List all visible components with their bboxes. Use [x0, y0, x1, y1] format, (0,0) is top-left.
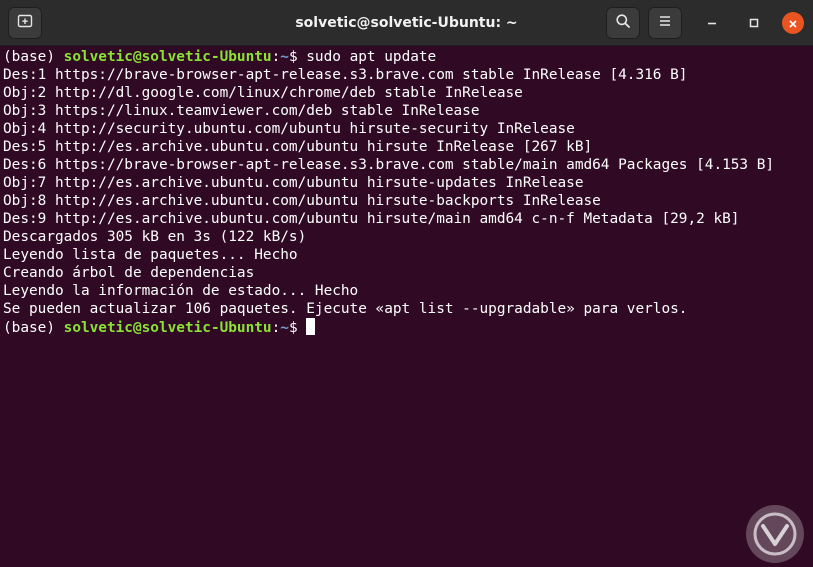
current-prompt-line: (base) solvetic@solvetic-Ubuntu:~$: [3, 318, 810, 336]
terminal-output[interactable]: (base) solvetic@solvetic-Ubuntu:~$ sudo …: [0, 47, 813, 567]
output-line: Des:5 http://es.archive.ubuntu.com/ubunt…: [3, 139, 593, 155]
solvetic-logo-icon: [746, 505, 804, 563]
output-line: Obj:3 https://linux.teamviewer.com/deb s…: [3, 103, 480, 119]
prompt-separator: :: [271, 320, 281, 336]
output-line: Obj:8 http://es.archive.ubuntu.com/ubunt…: [3, 193, 601, 209]
maximize-button[interactable]: [743, 12, 765, 34]
prompt-path: ~: [280, 320, 289, 336]
prompt-path: ~: [280, 49, 289, 65]
output-line: Leyendo lista de paquetes... Hecho: [3, 247, 298, 263]
hamburger-menu-icon: [657, 13, 673, 33]
close-button[interactable]: [782, 12, 804, 34]
output-line: Obj:7 http://es.archive.ubuntu.com/ubunt…: [3, 175, 584, 191]
prompt-user-host: solvetic@solvetic-Ubuntu: [63, 320, 272, 336]
output-line: Obj:4 http://security.ubuntu.com/ubuntu …: [3, 121, 575, 137]
output-line: Des:1 https://brave-browser-apt-release.…: [3, 67, 688, 83]
minimize-icon: [706, 14, 718, 33]
close-icon: [788, 14, 798, 33]
prompt-symbol: $: [288, 49, 307, 65]
window-title: solvetic@solvetic-Ubuntu: ~: [295, 15, 518, 31]
output-line: Des:9 http://es.archive.ubuntu.com/ubunt…: [3, 211, 740, 227]
output-line: Obj:2 http://dl.google.com/linux/chrome/…: [3, 85, 523, 101]
output-line: Leyendo la información de estado... Hech…: [3, 283, 359, 299]
output-line: Se pueden actualizar 106 paquetes. Ejecu…: [3, 301, 688, 317]
prompt-separator: :: [271, 49, 281, 65]
menu-button[interactable]: [648, 7, 682, 39]
terminal-window: solvetic@solvetic-Ubuntu: ~ (base) solve…: [0, 0, 813, 567]
prompt-symbol: $: [288, 320, 307, 336]
output-line: Des:6 https://brave-browser-apt-release.…: [3, 157, 775, 173]
search-icon: [615, 13, 631, 33]
output-line: Creando árbol de dependencias: [3, 265, 255, 281]
minimize-button[interactable]: [701, 12, 723, 34]
prompt-env: (base): [3, 49, 64, 65]
prompt-env: (base): [3, 320, 64, 336]
command-line: (base) solvetic@solvetic-Ubuntu:~$ sudo …: [3, 48, 810, 66]
command-text: sudo apt update: [306, 49, 437, 65]
text-cursor: [306, 318, 316, 335]
maximize-icon: [748, 14, 760, 33]
output-line: Descargados 305 kB en 3s (122 kB/s): [3, 229, 307, 245]
search-button[interactable]: [606, 7, 640, 39]
title-bar[interactable]: solvetic@solvetic-Ubuntu: ~: [0, 0, 813, 46]
prompt-user-host: solvetic@solvetic-Ubuntu: [63, 49, 272, 65]
